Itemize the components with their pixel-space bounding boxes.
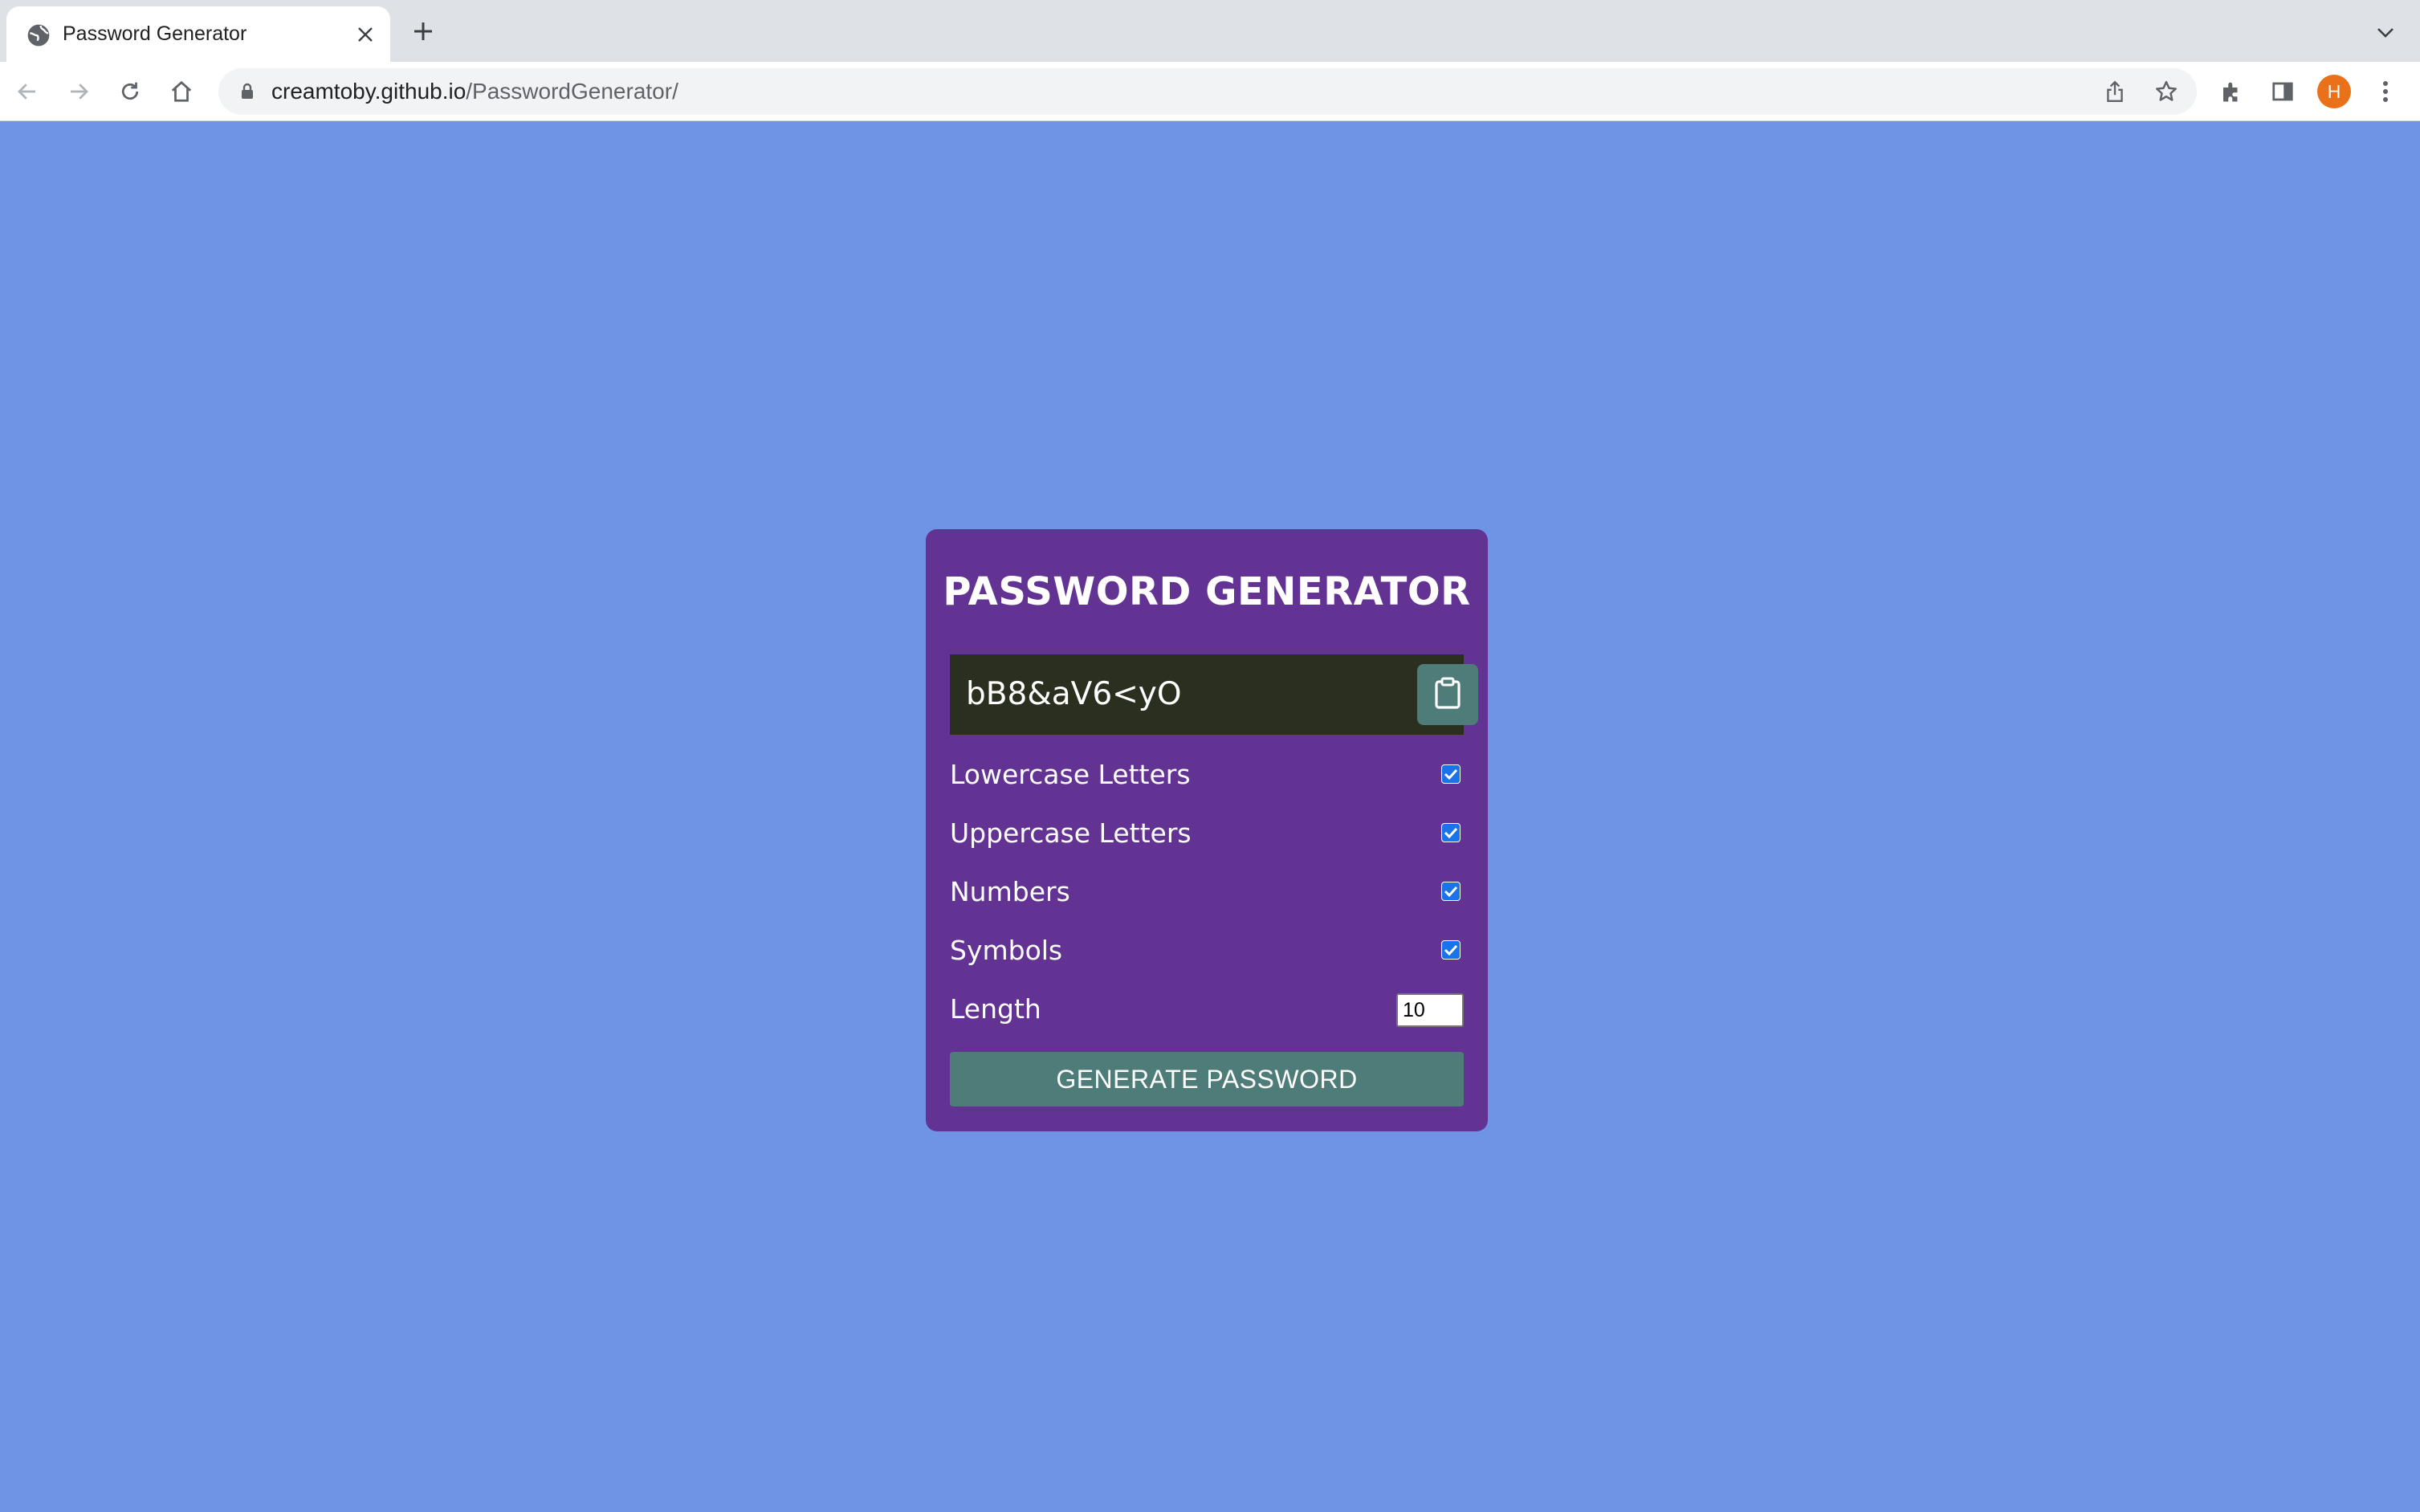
checkmark-icon <box>1444 886 1458 898</box>
browser-toolbar: creamtoby.github.io/PasswordGenerator/ H <box>0 62 2420 121</box>
forward-arrow-icon[interactable] <box>60 73 97 110</box>
tab-title: Password Generator <box>63 22 247 45</box>
password-result: bB8&aV6<yO <box>950 654 1478 735</box>
option-symbols: Symbols <box>950 927 1464 975</box>
option-uppercase: Uppercase Letters <box>950 809 1464 858</box>
reload-icon[interactable] <box>112 73 149 110</box>
generate-password-button[interactable]: GENERATE PASSWORD <box>950 1052 1464 1106</box>
home-icon[interactable] <box>163 73 200 110</box>
url-path: /PasswordGenerator/ <box>466 79 678 104</box>
share-icon[interactable] <box>2099 75 2131 108</box>
uppercase-checkbox[interactable] <box>1441 823 1461 842</box>
symbols-checkbox[interactable] <box>1441 940 1461 960</box>
option-numbers: Numbers <box>950 868 1464 916</box>
globe-icon <box>26 22 51 48</box>
url-host: creamtoby.github.io <box>271 79 466 104</box>
copy-to-clipboard-button[interactable] <box>1417 664 1478 725</box>
kebab-menu-icon[interactable] <box>2367 73 2404 110</box>
url-text: creamtoby.github.io/PasswordGenerator/ <box>271 68 678 115</box>
password-generator-card: PASSWORD GENERATOR bB8&aV6<yO Lowercase … <box>926 529 1488 1131</box>
option-label: Uppercase Letters <box>950 817 1192 849</box>
extensions-icon[interactable] <box>2213 73 2250 110</box>
option-label: Numbers <box>950 876 1070 907</box>
checkmark-icon <box>1444 827 1458 839</box>
option-label: Symbols <box>950 935 1063 966</box>
length-label: Length <box>950 993 1041 1025</box>
plus-icon[interactable] <box>409 18 437 45</box>
chevron-down-icon[interactable] <box>2373 21 2398 45</box>
lock-icon[interactable] <box>238 82 257 101</box>
option-label: Lowercase Letters <box>950 759 1191 790</box>
star-icon[interactable] <box>2150 75 2182 108</box>
clipboard-icon <box>1434 677 1461 713</box>
option-lowercase: Lowercase Letters <box>950 751 1464 799</box>
close-icon[interactable] <box>353 22 377 47</box>
checkmark-icon <box>1444 768 1458 780</box>
side-panel-icon[interactable] <box>2264 73 2301 110</box>
lowercase-checkbox[interactable] <box>1441 764 1461 784</box>
browser-tab[interactable]: Password Generator <box>6 6 390 62</box>
address-bar[interactable]: creamtoby.github.io/PasswordGenerator/ <box>218 68 2197 115</box>
length-input[interactable] <box>1396 993 1464 1027</box>
checkmark-icon <box>1444 944 1458 956</box>
tab-strip: Password Generator <box>0 0 2420 62</box>
back-arrow-icon[interactable] <box>9 73 46 110</box>
generated-password: bB8&aV6<yO <box>966 676 1182 712</box>
option-length: Length <box>950 985 1464 1033</box>
avatar[interactable]: H <box>2317 75 2351 108</box>
numbers-checkbox[interactable] <box>1441 882 1461 901</box>
page-title: PASSWORD GENERATOR <box>943 569 1471 614</box>
